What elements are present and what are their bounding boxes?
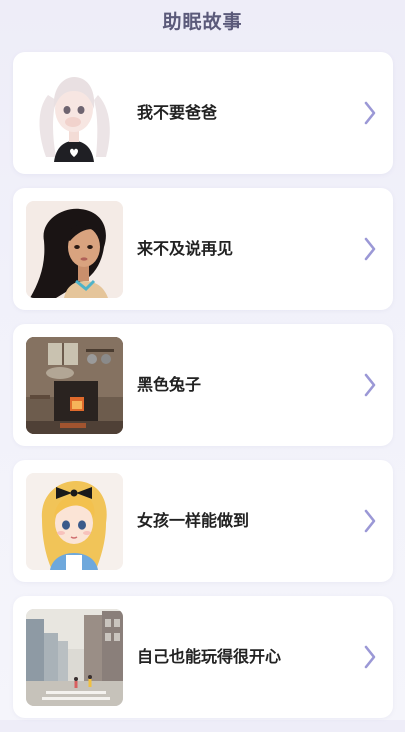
story-thumbnail-1 <box>26 65 123 162</box>
city-street-scene-illustration <box>26 609 123 706</box>
chevron-right-icon <box>364 373 376 397</box>
page-title: 助眠故事 <box>162 11 243 33</box>
story-title-5: 自己也能玩得很开心 <box>137 647 282 666</box>
story-thumbnail-4 <box>26 473 123 570</box>
chevron-right-icon <box>364 509 376 533</box>
story-thumbnail-2 <box>26 201 123 298</box>
story-list: 我不要爸爸 来不及说再见 黑色兔子 女孩一样能做到 自己也能玩得很开心 <box>13 52 393 732</box>
story-card-5[interactable]: 自己也能玩得很开心 <box>13 596 393 718</box>
blonde-girl-with-bow-illustration <box>26 473 123 570</box>
story-title-1: 我不要爸爸 <box>137 103 218 122</box>
girl-with-long-dark-hair-illustration <box>26 201 123 298</box>
story-thumbnail-5 <box>26 609 123 706</box>
story-card-1[interactable]: 我不要爸爸 <box>13 52 393 174</box>
story-title-2: 来不及说再见 <box>137 239 234 258</box>
old-kitchen-with-stove-illustration <box>26 337 123 434</box>
girl-with-pigtails-illustration <box>26 65 123 162</box>
chevron-right-icon <box>364 645 376 669</box>
story-card-3[interactable]: 黑色兔子 <box>13 324 393 446</box>
story-title-4: 女孩一样能做到 <box>137 511 250 530</box>
story-thumbnail-3 <box>26 337 123 434</box>
chevron-right-icon <box>364 101 376 125</box>
story-card-4[interactable]: 女孩一样能做到 <box>13 460 393 582</box>
chevron-right-icon <box>364 237 376 261</box>
app-header: 助眠故事 <box>0 0 405 40</box>
story-title-3: 黑色兔子 <box>137 375 202 394</box>
story-card-2[interactable]: 来不及说再见 <box>13 188 393 310</box>
